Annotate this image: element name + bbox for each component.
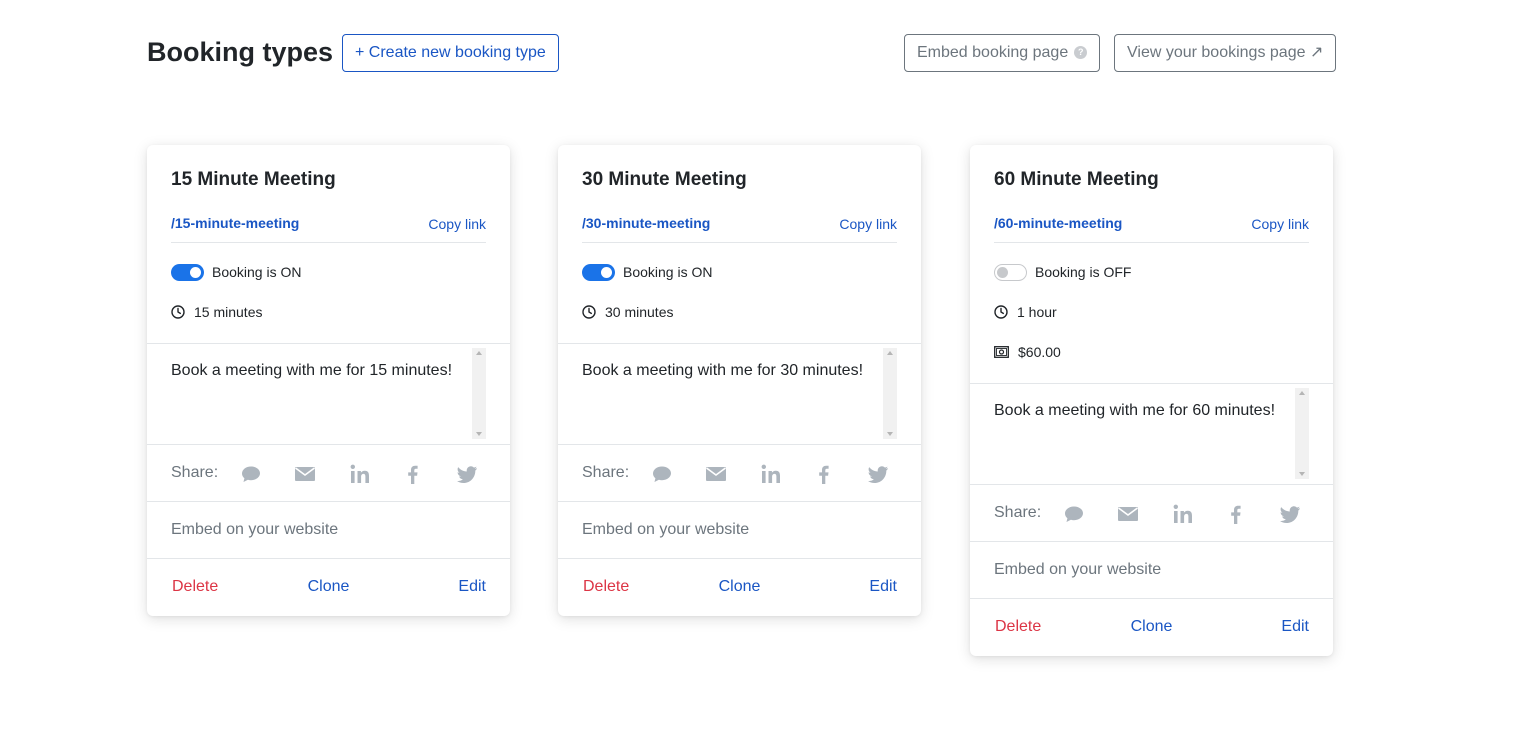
duration-label: 30 minutes bbox=[605, 304, 674, 320]
share-label: Share: bbox=[582, 464, 630, 481]
share-row: Share: bbox=[970, 484, 1333, 541]
embed-row: Embed on your website bbox=[970, 541, 1333, 598]
booking-toggle[interactable] bbox=[994, 263, 1027, 281]
page-title: Booking types bbox=[147, 37, 334, 67]
create-booking-type-button[interactable]: + Create new booking type bbox=[342, 34, 559, 72]
scroll-up-arrow[interactable] bbox=[476, 351, 482, 355]
chat-icon[interactable] bbox=[651, 463, 673, 485]
clone-button[interactable]: Clone bbox=[970, 618, 1333, 636]
page-header: Booking types + Create new booking type … bbox=[147, 34, 1337, 72]
edit-button[interactable]: Edit bbox=[458, 578, 486, 596]
booking-toggle[interactable] bbox=[171, 263, 204, 281]
linkedin-icon[interactable] bbox=[1172, 503, 1194, 525]
price-label: $60.00 bbox=[1018, 344, 1061, 360]
toggle-knob bbox=[601, 266, 612, 278]
copy-link-button[interactable]: Copy link bbox=[839, 216, 897, 232]
booking-type-card: 15 Minute Meeting /15-minute-meeting Cop… bbox=[147, 145, 510, 616]
clock-icon bbox=[582, 305, 596, 319]
booking-status-label: Booking is ON bbox=[212, 264, 302, 280]
scroll-up-arrow[interactable] bbox=[887, 351, 893, 355]
booking-status-row: Booking is OFF bbox=[994, 252, 1309, 292]
booking-toggle[interactable] bbox=[582, 263, 615, 281]
embed-on-website-link[interactable]: Embed on your website bbox=[994, 561, 1161, 579]
clock-icon bbox=[171, 305, 185, 319]
twitter-icon[interactable] bbox=[867, 463, 889, 485]
duration-row: 15 minutes bbox=[171, 292, 486, 332]
booking-status-row: Booking is ON bbox=[171, 252, 486, 292]
booking-slug-link[interactable]: /30-minute-meeting bbox=[582, 215, 710, 231]
clone-button[interactable]: Clone bbox=[558, 578, 921, 596]
twitter-icon[interactable] bbox=[456, 463, 478, 485]
linkedin-icon[interactable] bbox=[349, 463, 371, 485]
duration-row: 30 minutes bbox=[582, 292, 897, 332]
description-scrollbar[interactable] bbox=[1295, 388, 1309, 479]
embed-booking-page-button[interactable]: Embed booking page? bbox=[904, 34, 1101, 72]
email-icon[interactable] bbox=[294, 463, 316, 485]
money-icon bbox=[994, 346, 1009, 358]
card-actions: Delete Clone Edit bbox=[970, 598, 1333, 656]
link-row: /15-minute-meeting Copy link bbox=[171, 215, 486, 243]
embed-row: Embed on your website bbox=[147, 501, 510, 558]
edit-button[interactable]: Edit bbox=[869, 578, 897, 596]
description-box[interactable]: Book a meeting with me for 60 minutes! bbox=[970, 383, 1333, 484]
copy-link-button[interactable]: Copy link bbox=[1251, 216, 1309, 232]
price-row: $60.00 bbox=[994, 332, 1309, 372]
toggle-knob bbox=[190, 266, 201, 278]
facebook-icon[interactable] bbox=[1225, 503, 1247, 525]
card-title: 30 Minute Meeting bbox=[582, 169, 747, 190]
embed-on-website-link[interactable]: Embed on your website bbox=[582, 521, 749, 539]
duration-label: 1 hour bbox=[1017, 304, 1057, 320]
scroll-down-arrow[interactable] bbox=[887, 432, 893, 436]
linkedin-icon[interactable] bbox=[760, 463, 782, 485]
booking-slug-link[interactable]: /15-minute-meeting bbox=[171, 215, 299, 231]
description-box[interactable]: Book a meeting with me for 30 minutes! bbox=[558, 343, 921, 444]
scroll-up-arrow[interactable] bbox=[1299, 391, 1305, 395]
toggle-knob bbox=[997, 266, 1008, 278]
facebook-icon[interactable] bbox=[813, 463, 835, 485]
description-scrollbar[interactable] bbox=[472, 348, 486, 439]
view-bookings-page-button[interactable]: View your bookings page ↗ bbox=[1114, 34, 1337, 72]
duration-row: 1 hour bbox=[994, 292, 1309, 332]
embed-on-website-link[interactable]: Embed on your website bbox=[171, 521, 338, 539]
description-box[interactable]: Book a meeting with me for 15 minutes! bbox=[147, 343, 510, 444]
description-text: Book a meeting with me for 30 minutes! bbox=[582, 362, 864, 379]
chat-icon[interactable] bbox=[240, 463, 262, 485]
share-label: Share: bbox=[171, 464, 219, 481]
share-row: Share: bbox=[558, 444, 921, 501]
description-text: Book a meeting with me for 15 minutes! bbox=[171, 362, 453, 379]
clone-button[interactable]: Clone bbox=[147, 578, 510, 596]
booking-type-card: 30 Minute Meeting /30-minute-meeting Cop… bbox=[558, 145, 921, 616]
duration-label: 15 minutes bbox=[194, 304, 263, 320]
edit-button[interactable]: Edit bbox=[1281, 618, 1309, 636]
email-icon[interactable] bbox=[1117, 503, 1139, 525]
copy-link-button[interactable]: Copy link bbox=[428, 216, 486, 232]
scroll-down-arrow[interactable] bbox=[1299, 472, 1305, 476]
card-actions: Delete Clone Edit bbox=[558, 558, 921, 616]
card-title: 60 Minute Meeting bbox=[994, 169, 1159, 190]
link-row: /60-minute-meeting Copy link bbox=[994, 215, 1309, 243]
share-row: Share: bbox=[147, 444, 510, 501]
twitter-icon[interactable] bbox=[1279, 503, 1301, 525]
booking-status-label: Booking is OFF bbox=[1035, 264, 1132, 280]
share-label: Share: bbox=[994, 504, 1042, 521]
embed-row: Embed on your website bbox=[558, 501, 921, 558]
help-icon[interactable]: ? bbox=[1074, 46, 1088, 60]
description-scrollbar[interactable] bbox=[883, 348, 897, 439]
facebook-icon[interactable] bbox=[402, 463, 424, 485]
booking-type-card: 60 Minute Meeting /60-minute-meeting Cop… bbox=[970, 145, 1333, 656]
scroll-down-arrow[interactable] bbox=[476, 432, 482, 436]
booking-status-label: Booking is ON bbox=[623, 264, 713, 280]
booking-status-row: Booking is ON bbox=[582, 252, 897, 292]
booking-slug-link[interactable]: /60-minute-meeting bbox=[994, 215, 1122, 231]
chat-icon[interactable] bbox=[1063, 503, 1085, 525]
email-icon[interactable] bbox=[705, 463, 727, 485]
link-row: /30-minute-meeting Copy link bbox=[582, 215, 897, 243]
card-title: 15 Minute Meeting bbox=[171, 169, 336, 190]
description-text: Book a meeting with me for 60 minutes! bbox=[994, 402, 1276, 419]
card-actions: Delete Clone Edit bbox=[147, 558, 510, 616]
embed-booking-page-label: Embed booking page bbox=[917, 44, 1069, 61]
clock-icon bbox=[994, 305, 1008, 319]
